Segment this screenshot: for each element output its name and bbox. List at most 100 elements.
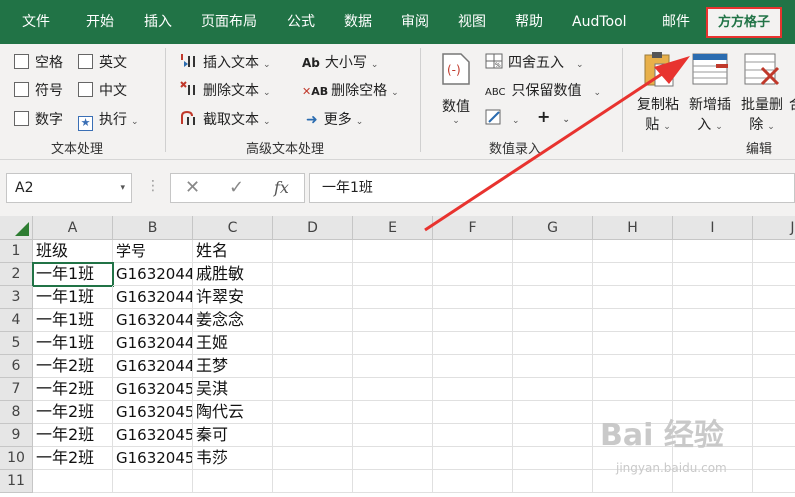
batch-delete-button[interactable]: 批量删 除 ⌄ bbox=[738, 50, 786, 134]
cell-i7[interactable] bbox=[673, 378, 753, 401]
row-header-5[interactable]: 5 bbox=[0, 332, 33, 355]
cell-j6[interactable] bbox=[753, 355, 795, 378]
row-header-1[interactable]: 1 bbox=[0, 240, 33, 263]
chevron-down-icon[interactable]: ▾ bbox=[120, 174, 125, 202]
cell-j9[interactable] bbox=[753, 424, 795, 447]
cell-a6[interactable]: 一年2班 bbox=[33, 355, 113, 378]
column-header-c[interactable]: C bbox=[193, 216, 273, 240]
cell-f10[interactable] bbox=[433, 447, 513, 470]
cell-b2[interactable]: G1632044 bbox=[113, 263, 193, 286]
add-insert-button[interactable]: 新增插 入 ⌄ bbox=[686, 50, 734, 134]
cell-b6[interactable]: G1632044 bbox=[113, 355, 193, 378]
cell-e7[interactable] bbox=[353, 378, 433, 401]
checkbox-number[interactable]: 数字 bbox=[14, 109, 63, 129]
tab-page-layout[interactable]: 页面布局 bbox=[201, 0, 257, 44]
cell-a2[interactable]: 一年1班 bbox=[32, 262, 114, 287]
cell-h4[interactable] bbox=[593, 309, 673, 332]
tab-review[interactable]: 审阅 bbox=[401, 0, 429, 44]
cell-c6[interactable]: 王梦 bbox=[193, 355, 273, 378]
column-header-g[interactable]: G bbox=[513, 216, 593, 240]
cell-j8[interactable] bbox=[753, 401, 795, 424]
checkbox-chinese[interactable]: 中文 bbox=[78, 80, 127, 100]
cell-b1[interactable]: 学号 bbox=[113, 240, 193, 263]
tab-file[interactable]: 文件 bbox=[22, 0, 50, 44]
cell-j2[interactable] bbox=[753, 263, 795, 286]
cell-e10[interactable] bbox=[353, 447, 433, 470]
cell-d9[interactable] bbox=[273, 424, 353, 447]
cell-e1[interactable] bbox=[353, 240, 433, 263]
column-header-i[interactable]: I bbox=[673, 216, 753, 240]
row-header-3[interactable]: 3 bbox=[0, 286, 33, 309]
column-header-e[interactable]: E bbox=[353, 216, 433, 240]
cell-d4[interactable] bbox=[273, 309, 353, 332]
cell-j5[interactable] bbox=[753, 332, 795, 355]
merge-button-partial[interactable]: 合 bbox=[789, 94, 795, 114]
cell-b3[interactable]: G1632044 bbox=[113, 286, 193, 309]
cell-d1[interactable] bbox=[273, 240, 353, 263]
cell-h5[interactable] bbox=[593, 332, 673, 355]
cell-j11[interactable] bbox=[753, 470, 795, 493]
cell-a3[interactable]: 一年1班 bbox=[33, 286, 113, 309]
formula-input[interactable]: 一年1班 bbox=[309, 173, 795, 203]
tab-formulas[interactable]: 公式 bbox=[287, 0, 315, 44]
tab-help[interactable]: 帮助 bbox=[515, 0, 543, 44]
cell-b8[interactable]: G1632045 bbox=[113, 401, 193, 424]
cell-d7[interactable] bbox=[273, 378, 353, 401]
cell-c2[interactable]: 戚胜敏 bbox=[193, 263, 273, 286]
cell-b5[interactable]: G1632044 bbox=[113, 332, 193, 355]
row-header-4[interactable]: 4 bbox=[0, 309, 33, 332]
cell-e8[interactable] bbox=[353, 401, 433, 424]
column-header-a[interactable]: A bbox=[33, 216, 113, 240]
cell-a7[interactable]: 一年2班 bbox=[33, 378, 113, 401]
cell-d11[interactable] bbox=[273, 470, 353, 493]
column-header-d[interactable]: D bbox=[273, 216, 353, 240]
tab-data[interactable]: 数据 bbox=[344, 0, 372, 44]
insert-text-button[interactable]: 插入文本 ⌄ bbox=[180, 52, 271, 72]
cell-h7[interactable] bbox=[593, 378, 673, 401]
round-button[interactable]: % 四舍五入 ⌄ bbox=[485, 52, 584, 72]
cell-a10[interactable]: 一年2班 bbox=[33, 447, 113, 470]
row-header-6[interactable]: 6 bbox=[0, 355, 33, 378]
cell-c8[interactable]: 陶代云 bbox=[193, 401, 273, 424]
row-header-2[interactable]: 2 bbox=[0, 263, 33, 286]
cell-i6[interactable] bbox=[673, 355, 753, 378]
cell-e11[interactable] bbox=[353, 470, 433, 493]
cell-a4[interactable]: 一年1班 bbox=[33, 309, 113, 332]
cell-g9[interactable] bbox=[513, 424, 593, 447]
drag-handle-icon[interactable]: ⋮ bbox=[146, 178, 160, 194]
cell-h3[interactable] bbox=[593, 286, 673, 309]
column-header-f[interactable]: F bbox=[433, 216, 513, 240]
cell-f6[interactable] bbox=[433, 355, 513, 378]
cell-a5[interactable]: 一年1班 bbox=[33, 332, 113, 355]
cell-c3[interactable]: 许翠安 bbox=[193, 286, 273, 309]
tab-insert[interactable]: 插入 bbox=[144, 0, 172, 44]
cell-b11[interactable] bbox=[113, 470, 193, 493]
row-header-9[interactable]: 9 bbox=[0, 424, 33, 447]
cell-d3[interactable] bbox=[273, 286, 353, 309]
tab-audtool[interactable]: AudTool bbox=[572, 0, 627, 44]
cell-i5[interactable] bbox=[673, 332, 753, 355]
insert-function-icon[interactable]: fx bbox=[274, 178, 289, 197]
checkbox-english[interactable]: 英文 bbox=[78, 52, 127, 72]
cell-g10[interactable] bbox=[513, 447, 593, 470]
more-button[interactable]: ➜ 更多 ⌄ bbox=[306, 109, 363, 129]
cell-b9[interactable]: G1632045 bbox=[113, 424, 193, 447]
cell-f1[interactable] bbox=[433, 240, 513, 263]
cell-f3[interactable] bbox=[433, 286, 513, 309]
cell-j7[interactable] bbox=[753, 378, 795, 401]
select-all-corner[interactable] bbox=[0, 216, 33, 240]
cell-d6[interactable] bbox=[273, 355, 353, 378]
copy-paste-button[interactable]: 复制粘 贴 ⌄ bbox=[634, 50, 682, 134]
delete-spaces-button[interactable]: ✕AB 删除空格 ⌄ bbox=[302, 80, 399, 100]
cell-c5[interactable]: 王姬 bbox=[193, 332, 273, 355]
cell-j4[interactable] bbox=[753, 309, 795, 332]
cell-h2[interactable] bbox=[593, 263, 673, 286]
cell-c1[interactable]: 姓名 bbox=[193, 240, 273, 263]
cell-g5[interactable] bbox=[513, 332, 593, 355]
cell-c4[interactable]: 姜念念 bbox=[193, 309, 273, 332]
cell-d10[interactable] bbox=[273, 447, 353, 470]
row-header-8[interactable]: 8 bbox=[0, 401, 33, 424]
cell-e9[interactable] bbox=[353, 424, 433, 447]
cell-e3[interactable] bbox=[353, 286, 433, 309]
cell-i2[interactable] bbox=[673, 263, 753, 286]
